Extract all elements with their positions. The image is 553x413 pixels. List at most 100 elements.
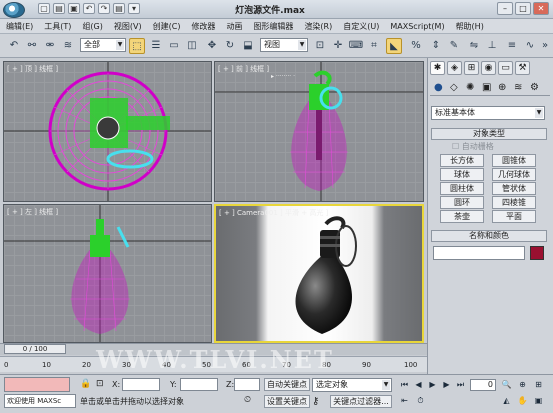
spinner-snap-icon[interactable]: ⇕	[428, 38, 444, 54]
viewport-top-label[interactable]: [ + ] 顶 ] 线框 ]	[7, 64, 58, 74]
auto-grid-checkbox[interactable]: ☐ 自动栅格	[452, 141, 494, 152]
viewport-left[interactable]: [ + ] 左 ] 线框 ]	[3, 204, 212, 343]
menu-customize[interactable]: 自定义(U)	[343, 21, 379, 32]
reference-coordinate-dropdown[interactable]: 视图 ▼	[260, 38, 308, 52]
select-scale-icon[interactable]: ⬓	[240, 38, 256, 54]
z-coord-input[interactable]	[234, 378, 260, 391]
add-time-tag-icon[interactable]: ⏲	[244, 395, 256, 408]
y-coord-input[interactable]	[180, 378, 218, 391]
menu-group[interactable]: 组(G)	[82, 21, 102, 32]
undo-icon[interactable]: ↶	[83, 3, 95, 14]
go-to-end-icon[interactable]: ⏭	[454, 379, 467, 391]
tube-button[interactable]: 管状体	[492, 182, 536, 195]
menu-modifiers[interactable]: 修改器	[191, 21, 215, 32]
rectangular-selection-icon[interactable]: ▭	[166, 38, 182, 54]
name-color-rollout[interactable]: 名称和颜色	[431, 230, 547, 242]
cone-button[interactable]: 圆锥体	[492, 154, 536, 167]
bind-space-warp-icon[interactable]: ≋	[60, 38, 76, 54]
current-frame-input[interactable]: 0	[470, 379, 496, 391]
select-object-icon[interactable]: ⬚	[129, 38, 145, 54]
hold-icon[interactable]: ▤	[113, 3, 125, 14]
minimize-button[interactable]: –	[497, 2, 513, 15]
box-button[interactable]: 长方体	[440, 154, 484, 167]
viewport-left-label[interactable]: [ + ] 左 ] 线框 ]	[7, 207, 58, 217]
zoom-icon[interactable]: 🔍	[500, 379, 513, 391]
space-warps-icon[interactable]: ≋	[514, 82, 522, 93]
zoom-all-icon[interactable]: ⊕	[516, 379, 529, 391]
viewport-camera[interactable]: [ + ] Camera001 ] 平滑 + 高光 ]	[214, 204, 424, 343]
selection-set-dropdown[interactable]: 选定对象 ▼	[312, 378, 392, 392]
unlink-icon[interactable]: ⚮	[42, 38, 58, 54]
close-button[interactable]: ✕	[533, 2, 549, 15]
object-category-dropdown[interactable]: 标准基本体 ▼	[431, 106, 545, 120]
mirror-icon[interactable]: ⇋	[466, 38, 482, 54]
menu-create[interactable]: 创建(C)	[153, 21, 181, 32]
maxscript-listener-output[interactable]: 欢迎使用 MAXSc	[4, 394, 76, 408]
link-icon[interactable]: ⚯	[24, 38, 40, 54]
named-selection-icon[interactable]: ✎	[446, 38, 462, 54]
cylinder-button[interactable]: 圆柱体	[440, 182, 484, 195]
menu-edit[interactable]: 编辑(E)	[6, 21, 33, 32]
menu-views[interactable]: 视图(V)	[114, 21, 142, 32]
plane-button[interactable]: 平面	[492, 210, 536, 223]
teapot-button[interactable]: 茶壶	[440, 210, 484, 223]
pyramid-button[interactable]: 四棱锥	[492, 196, 536, 209]
snap-toggle-icon[interactable]: ⌗	[366, 38, 382, 54]
systems-icon[interactable]: ⚙	[530, 82, 539, 93]
align-icon[interactable]: ⊥	[484, 38, 500, 54]
selection-filter-dropdown[interactable]: 全部 ▼	[80, 38, 126, 52]
cameras-icon[interactable]: ▣	[482, 82, 491, 93]
undo-toolbar-icon[interactable]: ↶	[6, 38, 22, 54]
lock-selection-icon[interactable]: 🔒	[80, 379, 92, 391]
save-icon[interactable]: ▣	[68, 3, 80, 14]
angle-snap-icon[interactable]: ◣	[386, 38, 402, 54]
previous-frame-icon[interactable]: ◀	[412, 379, 425, 391]
geosphere-button[interactable]: 几何球体	[492, 168, 536, 181]
object-color-swatch[interactable]	[530, 246, 544, 260]
zoom-extents-icon[interactable]: ⊞	[532, 379, 545, 391]
menu-graph-editors[interactable]: 图形编辑器	[253, 21, 293, 32]
toolbar-more-icon[interactable]: »	[538, 38, 552, 54]
key-icon[interactable]: ⚷	[312, 395, 326, 408]
shapes-icon[interactable]: ◇	[450, 82, 458, 93]
menu-help[interactable]: 帮助(H)	[456, 21, 484, 32]
hierarchy-tab-icon[interactable]: ⊞	[464, 61, 479, 75]
next-frame-icon[interactable]: ▶	[440, 379, 453, 391]
redo-icon[interactable]: ↷	[98, 3, 110, 14]
keyboard-shortcut-icon[interactable]: ⌨	[348, 38, 364, 54]
pivot-center-icon[interactable]: ⊡	[312, 38, 328, 54]
object-name-input[interactable]	[433, 246, 525, 260]
viewport-front[interactable]: ▸ ········ · [ + ] 前 ] 线框 ]	[214, 61, 424, 202]
menu-animation[interactable]: 动画	[226, 21, 242, 32]
torus-button[interactable]: 圆环	[440, 196, 484, 209]
select-by-name-icon[interactable]: ☰	[148, 38, 164, 54]
time-config-icon[interactable]: ⏱	[414, 395, 427, 407]
select-move-icon[interactable]: ✥	[204, 38, 220, 54]
lights-icon[interactable]: ✺	[466, 82, 474, 93]
new-icon[interactable]: ▢	[38, 3, 50, 14]
maximize-viewport-icon[interactable]: ▣	[532, 395, 545, 407]
select-manipulate-icon[interactable]: ✛	[330, 38, 346, 54]
motion-tab-icon[interactable]: ◉	[481, 61, 496, 75]
app-logo-icon[interactable]	[3, 2, 25, 18]
go-to-start-icon[interactable]: ⏮	[398, 379, 411, 391]
viewport-top[interactable]: [ + ] 顶 ] 线框 ]	[3, 61, 212, 202]
menu-rendering[interactable]: 渲染(R)	[304, 21, 332, 32]
set-key-button[interactable]: 设置关键点	[264, 395, 310, 408]
curve-editor-icon[interactable]: ∿	[522, 38, 538, 54]
pan-view-icon[interactable]: ✋	[516, 395, 529, 407]
modify-tab-icon[interactable]: ◈	[447, 61, 462, 75]
percent-snap-icon[interactable]: %	[408, 38, 424, 54]
maximize-button[interactable]: □	[515, 2, 531, 15]
key-filters-button[interactable]: 关键点过滤器...	[330, 395, 392, 408]
auto-key-button[interactable]: 自动关键点	[264, 378, 310, 391]
absolute-mode-icon[interactable]: ⊡	[96, 379, 108, 391]
field-of-view-icon[interactable]: ◭	[500, 395, 513, 407]
window-crossing-icon[interactable]: ◫	[184, 38, 200, 54]
open-icon[interactable]: ▤	[53, 3, 65, 14]
maxscript-mini-listener[interactable]	[4, 377, 70, 392]
display-tab-icon[interactable]: ▭	[498, 61, 513, 75]
select-rotate-icon[interactable]: ↻	[222, 38, 238, 54]
key-mode-icon[interactable]: ⇤	[398, 395, 411, 407]
geometry-icon[interactable]: ●	[434, 82, 443, 93]
